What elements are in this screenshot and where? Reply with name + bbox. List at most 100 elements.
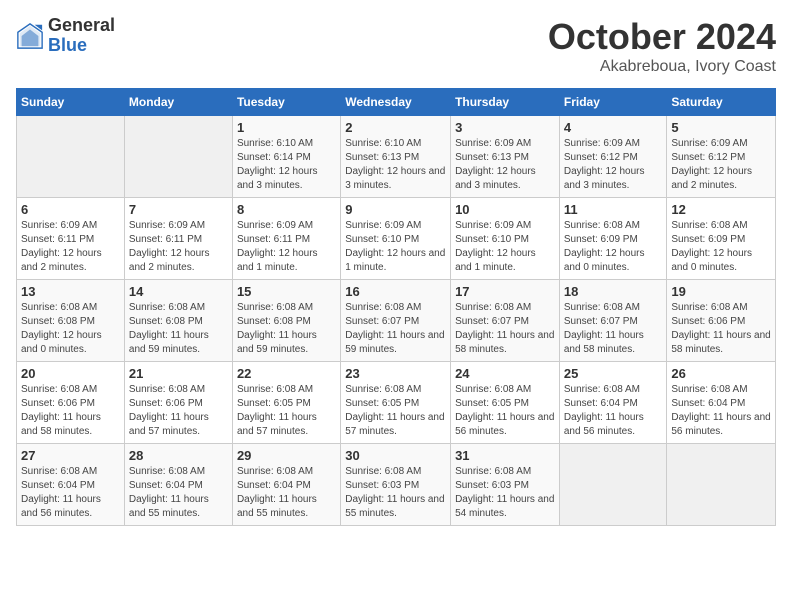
- day-info: Sunrise: 6:09 AM Sunset: 6:11 PM Dayligh…: [21, 219, 120, 275]
- calendar-cell: 8Sunrise: 6:09 AM Sunset: 6:11 PM Daylig…: [232, 198, 340, 280]
- calendar-cell: 31Sunrise: 6:08 AM Sunset: 6:03 PM Dayli…: [451, 444, 560, 526]
- week-row-3: 13 Sunrise: 6:08 AM Sunset: 6:08 PM Dayli…: [17, 280, 776, 362]
- day-info: Sunrise: 6:08 AM Sunset: 6:09 PM Dayligh…: [671, 219, 771, 275]
- calendar-cell: 21Sunrise: 6:08 AM Sunset: 6:06 PM Dayli…: [124, 362, 232, 444]
- weekday-header-saturday: Saturday: [667, 89, 776, 116]
- weekday-header-row: SundayMondayTuesdayWednesdayThursdayFrid…: [17, 89, 776, 116]
- calendar-cell: 20 Sunrise: 6:08 AM Sunset: 6:06 PM Dayli…: [17, 362, 125, 444]
- weekday-header-monday: Monday: [124, 89, 232, 116]
- calendar-cell: 7 Sunrise: 6:09 AM Sunset: 6:11 PM Daylig…: [124, 198, 232, 280]
- calendar-cell: 12Sunrise: 6:08 AM Sunset: 6:09 PM Dayli…: [667, 198, 776, 280]
- day-number: 10: [455, 202, 555, 217]
- weekday-header-tuesday: Tuesday: [232, 89, 340, 116]
- day-info: Sunrise: 6:08 AM Sunset: 6:06 PM Dayligh…: [21, 383, 120, 439]
- day-number: 28: [129, 448, 228, 463]
- day-number: 26: [671, 366, 771, 381]
- logo-icon: [16, 22, 44, 50]
- calendar-cell: 11 Sunrise: 6:08 AM Sunset: 6:09 PM Dayli…: [559, 198, 667, 280]
- calendar-cell: 14Sunrise: 6:08 AM Sunset: 6:08 PM Dayli…: [124, 280, 232, 362]
- day-number: 18: [564, 284, 663, 299]
- day-info: Sunrise: 6:08 AM Sunset: 6:06 PM Dayligh…: [671, 301, 771, 357]
- calendar-cell: 6 Sunrise: 6:09 AM Sunset: 6:11 PM Daylig…: [17, 198, 125, 280]
- day-info: Sunrise: 6:10 AM Sunset: 6:14 PM Dayligh…: [237, 137, 336, 193]
- calendar-cell: 13 Sunrise: 6:08 AM Sunset: 6:08 PM Dayli…: [17, 280, 125, 362]
- calendar-cell: 17Sunrise: 6:08 AM Sunset: 6:07 PM Dayli…: [451, 280, 560, 362]
- day-info: Sunrise: 6:08 AM Sunset: 6:07 PM Dayligh…: [564, 301, 663, 357]
- day-info: Sunrise: 6:08 AM Sunset: 6:07 PM Dayligh…: [345, 301, 446, 357]
- day-number: 1: [237, 120, 336, 135]
- day-info: Sunrise: 6:08 AM Sunset: 6:08 PM Dayligh…: [129, 301, 228, 357]
- day-info: Sunrise: 6:08 AM Sunset: 6:04 PM Dayligh…: [21, 465, 120, 521]
- title-block: October 2024 Akabreboua, Ivory Coast: [548, 16, 776, 76]
- day-info: Sunrise: 6:08 AM Sunset: 6:05 PM Dayligh…: [455, 383, 555, 439]
- day-number: 23: [345, 366, 446, 381]
- day-number: 20: [21, 366, 120, 381]
- calendar-cell: [559, 444, 667, 526]
- month-title: October 2024: [548, 16, 776, 58]
- calendar-cell: 15 Sunrise: 6:08 AM Sunset: 6:08 PM Dayli…: [232, 280, 340, 362]
- week-row-4: 20 Sunrise: 6:08 AM Sunset: 6:06 PM Dayli…: [17, 362, 776, 444]
- calendar-cell: 3Sunrise: 6:09 AM Sunset: 6:13 PM Daylig…: [451, 116, 560, 198]
- day-number: 15: [237, 284, 336, 299]
- day-number: 5: [671, 120, 771, 135]
- calendar-cell: 26 Sunrise: 6:08 AM Sunset: 6:04 PM Dayli…: [667, 362, 776, 444]
- calendar-cell: [667, 444, 776, 526]
- day-number: 3: [455, 120, 555, 135]
- week-row-1: 1 Sunrise: 6:10 AM Sunset: 6:14 PM Daylig…: [17, 116, 776, 198]
- day-info: Sunrise: 6:08 AM Sunset: 6:04 PM Dayligh…: [237, 465, 336, 521]
- weekday-header-friday: Friday: [559, 89, 667, 116]
- day-info: Sunrise: 6:08 AM Sunset: 6:03 PM Dayligh…: [345, 465, 446, 521]
- calendar-cell: 2 Sunrise: 6:10 AM Sunset: 6:13 PM Daylig…: [341, 116, 451, 198]
- day-number: 7: [129, 202, 228, 217]
- day-info: Sunrise: 6:08 AM Sunset: 6:08 PM Dayligh…: [21, 301, 120, 357]
- day-info: Sunrise: 6:10 AM Sunset: 6:13 PM Dayligh…: [345, 137, 446, 193]
- calendar-cell: 24 Sunrise: 6:08 AM Sunset: 6:05 PM Dayli…: [451, 362, 560, 444]
- day-number: 19: [671, 284, 771, 299]
- day-info: Sunrise: 6:08 AM Sunset: 6:05 PM Dayligh…: [345, 383, 446, 439]
- calendar-cell: 9 Sunrise: 6:09 AM Sunset: 6:10 PM Daylig…: [341, 198, 451, 280]
- calendar-cell: 19 Sunrise: 6:08 AM Sunset: 6:06 PM Dayli…: [667, 280, 776, 362]
- day-number: 29: [237, 448, 336, 463]
- day-number: 2: [345, 120, 446, 135]
- weekday-header-wednesday: Wednesday: [341, 89, 451, 116]
- calendar-cell: 22Sunrise: 6:08 AM Sunset: 6:05 PM Dayli…: [232, 362, 340, 444]
- weekday-header-sunday: Sunday: [17, 89, 125, 116]
- day-info: Sunrise: 6:08 AM Sunset: 6:04 PM Dayligh…: [671, 383, 771, 439]
- calendar-cell: 25 Sunrise: 6:08 AM Sunset: 6:04 PM Dayli…: [559, 362, 667, 444]
- day-number: 25: [564, 366, 663, 381]
- calendar-cell: [17, 116, 125, 198]
- calendar-cell: 29 Sunrise: 6:08 AM Sunset: 6:04 PM Dayli…: [232, 444, 340, 526]
- calendar-cell: 1 Sunrise: 6:10 AM Sunset: 6:14 PM Daylig…: [232, 116, 340, 198]
- calendar-cell: 28Sunrise: 6:08 AM Sunset: 6:04 PM Dayli…: [124, 444, 232, 526]
- day-number: 13: [21, 284, 120, 299]
- calendar-table: SundayMondayTuesdayWednesdayThursdayFrid…: [16, 88, 776, 526]
- day-info: Sunrise: 6:09 AM Sunset: 6:10 PM Dayligh…: [345, 219, 446, 275]
- day-number: 30: [345, 448, 446, 463]
- calendar-cell: 23 Sunrise: 6:08 AM Sunset: 6:05 PM Dayli…: [341, 362, 451, 444]
- logo-text: General Blue: [48, 16, 115, 56]
- day-info: Sunrise: 6:08 AM Sunset: 6:04 PM Dayligh…: [564, 383, 663, 439]
- calendar-cell: 4 Sunrise: 6:09 AM Sunset: 6:12 PM Daylig…: [559, 116, 667, 198]
- calendar-cell: 10 Sunrise: 6:09 AM Sunset: 6:10 PM Dayli…: [451, 198, 560, 280]
- day-info: Sunrise: 6:09 AM Sunset: 6:12 PM Dayligh…: [564, 137, 663, 193]
- location: Akabreboua, Ivory Coast: [548, 58, 776, 76]
- page-header: General Blue October 2024 Akabreboua, Iv…: [16, 16, 776, 76]
- day-info: Sunrise: 6:08 AM Sunset: 6:09 PM Dayligh…: [564, 219, 663, 275]
- day-info: Sunrise: 6:09 AM Sunset: 6:10 PM Dayligh…: [455, 219, 555, 275]
- day-info: Sunrise: 6:08 AM Sunset: 6:08 PM Dayligh…: [237, 301, 336, 357]
- day-info: Sunrise: 6:08 AM Sunset: 6:05 PM Dayligh…: [237, 383, 336, 439]
- day-number: 6: [21, 202, 120, 217]
- week-row-5: 27 Sunrise: 6:08 AM Sunset: 6:04 PM Dayli…: [17, 444, 776, 526]
- day-info: Sunrise: 6:08 AM Sunset: 6:06 PM Dayligh…: [129, 383, 228, 439]
- logo-blue-text: Blue: [48, 36, 115, 56]
- day-number: 11: [564, 202, 663, 217]
- day-info: Sunrise: 6:09 AM Sunset: 6:11 PM Dayligh…: [129, 219, 228, 275]
- day-info: Sunrise: 6:08 AM Sunset: 6:07 PM Dayligh…: [455, 301, 555, 357]
- day-number: 24: [455, 366, 555, 381]
- day-number: 4: [564, 120, 663, 135]
- day-info: Sunrise: 6:09 AM Sunset: 6:12 PM Dayligh…: [671, 137, 771, 193]
- day-number: 9: [345, 202, 446, 217]
- logo-general-text: General: [48, 16, 115, 36]
- day-number: 27: [21, 448, 120, 463]
- calendar-cell: 16Sunrise: 6:08 AM Sunset: 6:07 PM Dayli…: [341, 280, 451, 362]
